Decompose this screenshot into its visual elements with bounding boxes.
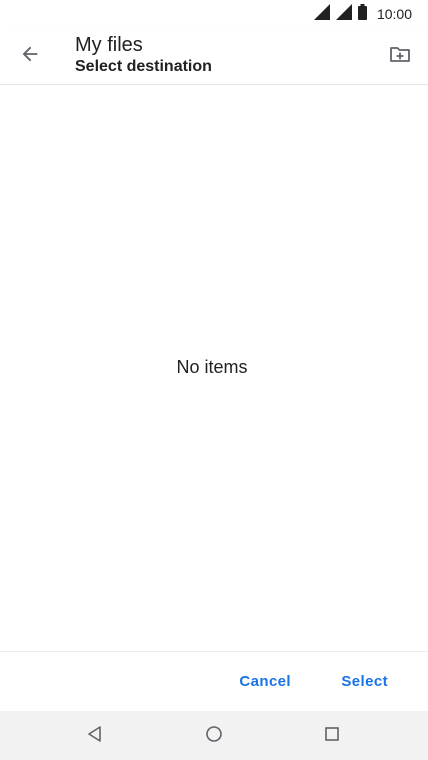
arrow-back-icon: [19, 43, 41, 70]
status-time: 10:00: [376, 6, 412, 22]
nav-back-button[interactable]: [82, 723, 108, 749]
page-title: My files: [75, 34, 143, 56]
cell-signal-icon: [335, 3, 352, 25]
page-subtitle: Select destination: [75, 58, 212, 75]
file-list-area: No items: [0, 85, 428, 651]
nav-home-button[interactable]: [201, 723, 227, 749]
nav-back-icon: [86, 725, 104, 748]
system-nav-bar: [0, 711, 428, 760]
dialog-action-bar: Cancel Select: [0, 651, 428, 712]
empty-state-message: No items: [176, 357, 248, 377]
select-button[interactable]: Select: [329, 668, 400, 696]
status-bar: 10:00: [0, 0, 428, 28]
status-icons: 10:00: [313, 3, 412, 25]
nav-recents-button[interactable]: [319, 723, 345, 749]
new-folder-icon: [388, 42, 412, 71]
cell-signal-icon: [313, 3, 330, 25]
new-folder-button[interactable]: [384, 40, 416, 72]
cancel-button[interactable]: Cancel: [227, 668, 303, 696]
nav-home-icon: [205, 725, 223, 748]
app-bar: My files Select destination: [0, 28, 428, 85]
back-button[interactable]: [14, 40, 46, 72]
nav-recents-icon: [324, 726, 340, 747]
battery-icon: [357, 3, 367, 25]
